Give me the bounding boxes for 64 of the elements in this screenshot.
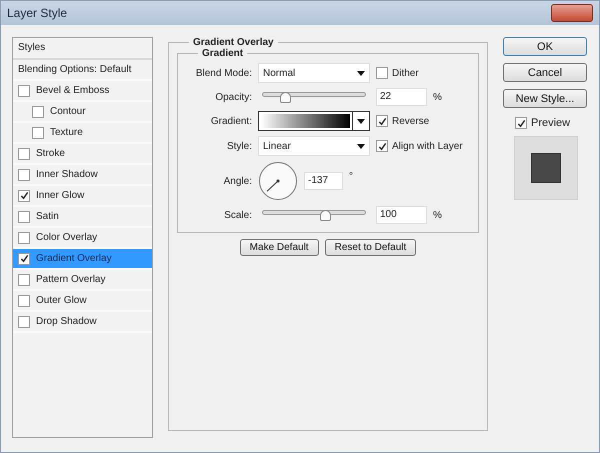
check-icon	[516, 118, 526, 128]
scale-slider[interactable]	[262, 209, 366, 221]
scale-field[interactable]: 100	[376, 206, 427, 224]
style-item[interactable]: Inner Shadow	[13, 165, 152, 186]
style-dropdown[interactable]: Linear	[258, 136, 370, 156]
opacity-slider[interactable]	[262, 91, 366, 103]
checkbox[interactable]	[18, 210, 30, 222]
reverse-checkbox[interactable]: Reverse	[376, 115, 470, 127]
caret-icon	[357, 70, 365, 76]
new-style-button[interactable]: New Style...	[503, 89, 587, 108]
style-item[interactable]: Contour	[13, 102, 152, 123]
style-item[interactable]: Pattern Overlay	[13, 270, 152, 291]
checkbox[interactable]	[18, 232, 30, 244]
style-item[interactable]: Outer Glow	[13, 291, 152, 312]
unit-label: %	[433, 92, 442, 102]
angle-dial[interactable]	[258, 161, 298, 201]
style-item[interactable]: Bevel & Emboss	[13, 81, 152, 102]
check-icon	[378, 116, 386, 126]
make-default-button[interactable]: Make Default	[240, 239, 319, 256]
unit-label: °	[349, 171, 353, 182]
field-label: Blend Mode:	[194, 68, 252, 78]
checkbox[interactable]	[18, 252, 30, 264]
opacity-field[interactable]: 22	[376, 88, 427, 106]
style-item[interactable]: Stroke	[13, 144, 152, 165]
align-checkbox[interactable]: Align with Layer	[376, 140, 470, 152]
group-title: Gradient	[201, 48, 244, 59]
field-label: Angle:	[222, 176, 252, 186]
field-label: Style:	[226, 140, 252, 152]
blend-mode-dropdown[interactable]: Normal	[258, 63, 370, 83]
check-icon	[20, 254, 28, 263]
angle-field[interactable]: -137	[304, 172, 343, 190]
style-item[interactable]: Blending Options: Default	[13, 60, 152, 81]
ok-button[interactable]: OK	[503, 37, 587, 56]
checkbox[interactable]	[18, 168, 30, 180]
window-title: Layer Style	[7, 6, 68, 20]
field-label: Opacity:	[214, 92, 252, 102]
style-item[interactable]: Inner Glow	[13, 186, 152, 207]
preview-checkbox[interactable]: Preview	[503, 117, 587, 129]
field-label: Gradient:	[210, 116, 252, 126]
checkbox[interactable]	[18, 148, 30, 160]
cancel-button[interactable]: Cancel	[503, 63, 587, 82]
checkbox[interactable]	[32, 126, 44, 138]
checkbox[interactable]	[18, 316, 30, 328]
checkbox[interactable]	[32, 106, 44, 118]
preview-thumbnail	[514, 136, 578, 200]
check-icon	[20, 191, 28, 200]
style-item[interactable]: Drop Shadow	[13, 312, 152, 333]
dither-checkbox[interactable]: Dither	[376, 67, 470, 79]
checkbox[interactable]	[18, 294, 30, 306]
checkbox[interactable]	[18, 84, 30, 96]
reset-default-button[interactable]: Reset to Default	[324, 239, 416, 256]
check-icon	[378, 142, 386, 150]
section-title: Gradient Overlay	[192, 37, 275, 48]
style-item[interactable]: Satin	[13, 207, 152, 228]
list-header: Styles	[13, 38, 152, 60]
unit-label: %	[433, 210, 442, 220]
checkbox[interactable]	[18, 274, 30, 286]
style-item[interactable]: Texture	[13, 123, 152, 144]
caret-icon	[357, 118, 365, 124]
caret-icon	[357, 144, 365, 148]
gradient-picker[interactable]	[258, 111, 370, 131]
checkbox[interactable]	[18, 190, 30, 202]
style-item[interactable]: Gradient Overlay	[13, 249, 152, 270]
field-label: Scale:	[223, 210, 252, 220]
